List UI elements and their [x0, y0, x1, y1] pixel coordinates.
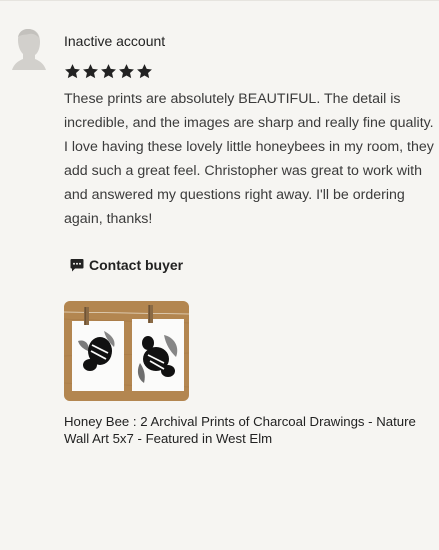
- contact-buyer-label: Contact buyer: [89, 257, 184, 273]
- star-icon: [101, 64, 116, 79]
- avatar-icon: [12, 29, 46, 70]
- star-icon: [137, 64, 152, 79]
- product-thumbnail[interactable]: [64, 301, 189, 401]
- star-icon: [65, 64, 80, 79]
- reviewer-name: Inactive account: [64, 33, 166, 49]
- review-text: These prints are absolutely BEAUTIFUL. T…: [64, 91, 434, 227]
- review-card: Inactive account These prints are absolu…: [0, 0, 439, 550]
- star-icon: [119, 64, 134, 79]
- contact-buyer-button[interactable]: Contact buyer: [70, 257, 183, 273]
- product-title-link[interactable]: Honey Bee : 2 Archival Prints of Charcoa…: [64, 413, 436, 447]
- speech-bubble-icon: [70, 259, 84, 272]
- star-icon: [83, 64, 98, 79]
- star-rating: [64, 63, 153, 80]
